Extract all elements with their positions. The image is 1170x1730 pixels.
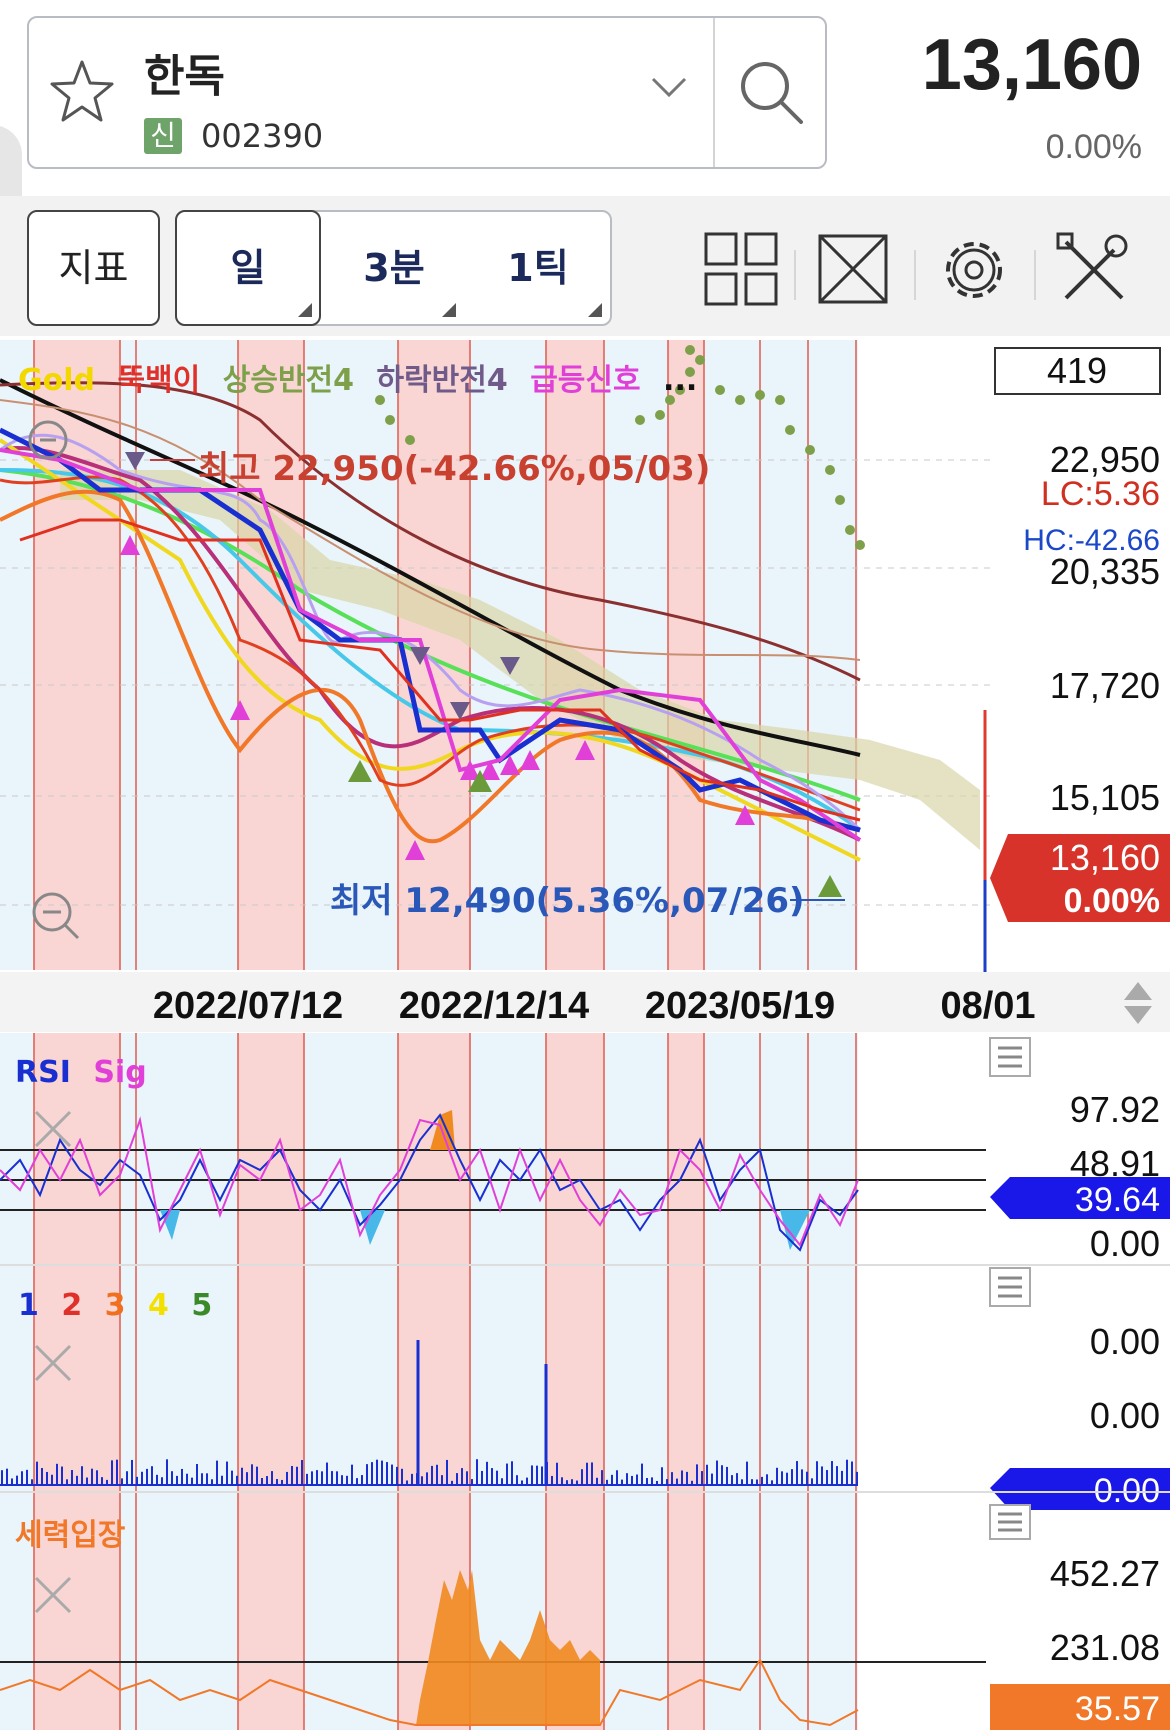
- rsi-y-label-1: 97.92: [1070, 1089, 1160, 1130]
- current-price: 13,160: [921, 25, 1142, 105]
- sig-title: Sig: [93, 1055, 146, 1090]
- settings-icon[interactable]: [934, 230, 1014, 310]
- fullscreen-icon[interactable]: [814, 230, 894, 310]
- vol-legend-2: 2: [61, 1288, 82, 1323]
- price-tag-pct: 0.00%: [1064, 882, 1160, 920]
- vol-legend-4: 4: [148, 1288, 169, 1323]
- toolbar-separator: [1034, 250, 1036, 300]
- stock-name[interactable]: 한독: [144, 40, 225, 104]
- toolbar-separator: [914, 250, 916, 300]
- rsi-value: 39.64: [1075, 1181, 1160, 1219]
- chevron-down-icon[interactable]: [649, 73, 689, 103]
- grid-layout-icon[interactable]: [702, 230, 782, 310]
- y-label-2: 20,335: [1050, 551, 1160, 592]
- vol-legend-1: 1: [18, 1288, 39, 1323]
- dropdown-corner-icon: [588, 303, 602, 317]
- force-menu-icon[interactable]: [989, 1504, 1031, 1540]
- price-change-pct: 0.00%: [1045, 128, 1142, 166]
- search-divider: [713, 18, 715, 167]
- rsi-title: RSI: [15, 1055, 71, 1090]
- vol-legend-3: 3: [105, 1288, 126, 1323]
- credit-badge: 신: [144, 118, 182, 154]
- vol-y-label-2: 0.00: [1090, 1395, 1160, 1436]
- y-label-4: 15,105: [1050, 777, 1160, 818]
- date-label-4: 08/01: [940, 985, 1035, 1027]
- dropdown-corner-icon: [298, 303, 312, 317]
- high-annotation: 최고 22,950(-42.66%,05/03): [198, 449, 710, 489]
- legend-gold: Gold: [18, 363, 95, 398]
- toolbar-separator: [794, 250, 796, 300]
- stock-search-box[interactable]: 한독 신 002390: [27, 16, 827, 169]
- lc-label: LC:5.36: [1041, 475, 1160, 513]
- stock-code: 002390: [201, 117, 324, 155]
- y-label-3: 17,720: [1050, 665, 1160, 706]
- date-label-2: 2022/12/14: [399, 985, 589, 1027]
- vol-y-label-1: 0.00: [1090, 1321, 1160, 1362]
- svg-text:RSI Sig: RSI Sig: [15, 1055, 147, 1090]
- force-y-label-2: 231.08: [1050, 1627, 1160, 1668]
- rsi-y-label-2: 0.00: [1090, 1223, 1160, 1264]
- force-y-label-1: 452.27: [1050, 1553, 1160, 1594]
- search-icon[interactable]: [737, 58, 807, 128]
- vol-menu-icon[interactable]: [989, 1267, 1031, 1307]
- star-favorite-icon[interactable]: [49, 58, 115, 124]
- legend-up-reversal: 상승반전4: [223, 363, 354, 398]
- y-label-1: 22,950: [1050, 439, 1160, 480]
- dropdown-corner-icon: [442, 303, 456, 317]
- stock-chart[interactable]: Gold 뚝백이 상승반전4 하락반전4 급등신호 ... 최고 22,950(…: [0, 340, 1170, 1730]
- legend-surge: 급등신호: [530, 363, 640, 398]
- price-tag-value: 13,160: [1050, 837, 1160, 878]
- indicator-button[interactable]: 지표: [27, 210, 160, 326]
- volume-value: 419: [1047, 350, 1107, 391]
- legend-ttukbaegi: 뚝백이: [117, 363, 200, 398]
- force-title: 세력입장: [15, 1518, 126, 1553]
- main-legend: Gold 뚝백이 상승반전4 하락반전4 급등신호 ...: [18, 363, 697, 398]
- date-label-1: 2022/07/12: [153, 985, 343, 1027]
- low-annotation: 최저 12,490(5.36%,07/26): [330, 881, 805, 921]
- legend-down-reversal: 하락반전4: [376, 363, 507, 398]
- vol-legend-5: 5: [191, 1288, 212, 1323]
- rsi-menu-icon[interactable]: [989, 1037, 1031, 1077]
- force-value: 35.57: [1075, 1690, 1160, 1728]
- date-label-3: 2023/05/19: [645, 985, 835, 1027]
- tools-icon[interactable]: [1054, 230, 1134, 310]
- legend-more: ...: [663, 363, 697, 398]
